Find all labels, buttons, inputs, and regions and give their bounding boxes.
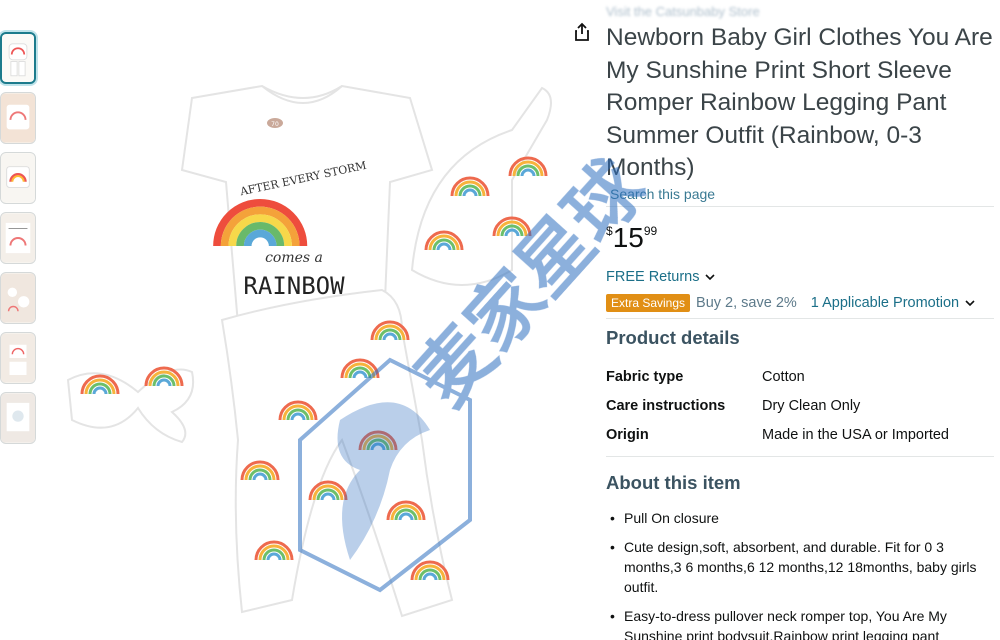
about-bullet-list: Pull On closure Cute design,soft, absorb… (606, 508, 992, 640)
thumbnail-5[interactable] (0, 272, 36, 324)
onesie-text-mid: comes a (265, 250, 323, 266)
product-details-table: Fabric type Cotton Care instructions Dry… (606, 362, 996, 449)
store-link[interactable]: Visit the Catsunbaby Store (606, 4, 760, 19)
extra-savings-badge: Extra Savings (606, 294, 691, 312)
table-row: Origin Made in the USA or Imported (606, 420, 996, 449)
detail-value: Made in the USA or Imported (762, 426, 949, 443)
thumbnail-4[interactable] (0, 212, 36, 264)
baby-outfit-illustration: 70 AFTER EVERY STORM comes a RAINBOW (42, 0, 568, 640)
table-row: Care instructions Dry Clean Only (606, 391, 996, 420)
divider (606, 318, 994, 319)
thumbnail-7[interactable] (0, 392, 36, 444)
free-returns-link[interactable]: FREE Returns (606, 269, 716, 285)
list-item: Easy-to-dress pullover neck romper top, … (606, 606, 992, 640)
promo-text: Buy 2, save 2% (696, 295, 797, 311)
detail-key: Fabric type (606, 368, 684, 385)
detail-value: Dry Clean Only (762, 397, 861, 414)
price: $1599 (606, 222, 657, 254)
divider (606, 206, 994, 207)
share-button[interactable] (564, 14, 600, 50)
detail-key: Care instructions (606, 397, 726, 414)
thumbnail-strip (0, 32, 38, 452)
chevron-down-icon (965, 300, 975, 307)
share-icon (575, 22, 589, 41)
promotion-row: Extra Savings Buy 2, save 2% 1 Applicabl… (606, 294, 975, 312)
price-symbol: $ (606, 224, 613, 238)
chevron-down-icon (705, 274, 716, 281)
onesie-tag-text: 70 (271, 121, 279, 128)
detail-key: Origin (606, 426, 649, 443)
list-item: Cute design,soft, absorbent, and durable… (606, 537, 992, 597)
applicable-promotion-label: 1 Applicable Promotion (810, 295, 960, 311)
product-details-heading: Product details (606, 327, 740, 348)
about-this-item-heading: About this item (606, 472, 741, 493)
thumbnail-1[interactable] (0, 32, 36, 84)
onesie-text-bottom: RAINBOW (243, 272, 345, 300)
thumbnail-3[interactable] (0, 152, 36, 204)
price-fraction: 99 (643, 224, 658, 238)
main-product-image[interactable]: 70 AFTER EVERY STORM comes a RAINBOW (42, 0, 600, 640)
applicable-promotion-link[interactable]: 1 Applicable Promotion (811, 295, 975, 311)
detail-value: Cotton (762, 368, 805, 385)
list-item: Pull On closure (606, 508, 992, 528)
thumbnail-6[interactable] (0, 332, 36, 384)
free-returns-label: FREE Returns (606, 269, 700, 285)
thumbnail-2[interactable] (0, 92, 36, 144)
divider (606, 456, 994, 457)
table-row: Fabric type Cotton (606, 362, 996, 391)
search-this-page-link[interactable]: Search this page (610, 186, 715, 202)
price-whole: 15 (612, 222, 644, 253)
product-title: Newborn Baby Girl Clothes You Are My Sun… (606, 24, 993, 181)
